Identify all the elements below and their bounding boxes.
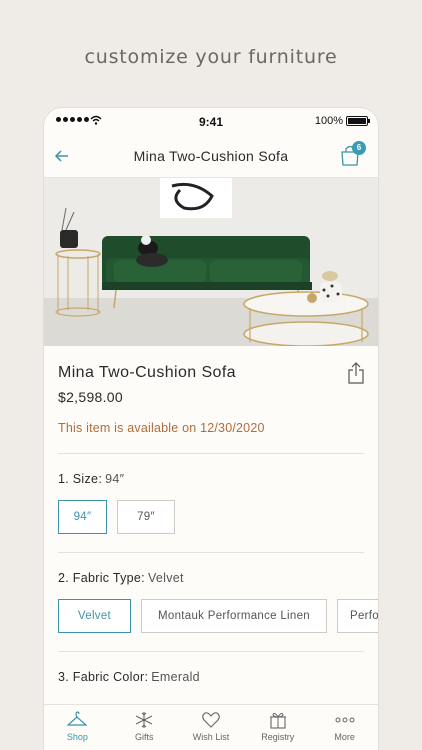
- tab-shop[interactable]: Shop: [44, 705, 111, 750]
- fabric-type-label-text: 2. Fabric Type:: [58, 571, 145, 585]
- phone-screen: 9:41 100% Mina Two-Cushion Sofa 6 Mina T…: [44, 108, 378, 750]
- nav-title: Mina Two-Cushion Sofa: [133, 148, 289, 164]
- tab-more[interactable]: More: [311, 705, 378, 750]
- availability-text: This item is available on 12/30/2020: [58, 421, 265, 435]
- size-option: 1. Size: 94″ 94″ 79″: [44, 454, 378, 534]
- fabric-chip-velvet[interactable]: Velvet: [58, 599, 131, 633]
- sofa-photo: [44, 178, 378, 346]
- snowflake-icon: [135, 712, 153, 728]
- tab-wishlist-label: Wish List: [192, 732, 230, 742]
- fabric-chip-performance[interactable]: Perfo: [337, 599, 378, 633]
- tab-registry[interactable]: Registry: [244, 705, 311, 750]
- heart-icon: [202, 712, 220, 728]
- tab-registry-label: Registry: [261, 732, 295, 742]
- fabric-color-label-text: 3. Fabric Color:: [58, 670, 149, 684]
- battery-icon: [346, 116, 370, 126]
- fabric-color-label: 3. Fabric Color: Emerald: [58, 670, 364, 684]
- fabric-chip-montauk-linen[interactable]: Montauk Performance Linen: [141, 599, 327, 633]
- product-price: $2,598.00: [58, 389, 123, 405]
- gift-icon: [269, 712, 286, 729]
- tab-bar: Shop Gifts Wish List Registry More: [44, 704, 378, 750]
- size-chip-94[interactable]: 94″: [58, 500, 107, 534]
- product-info: Mina Two-Cushion Sofa $2,598.00 This ite…: [44, 346, 378, 435]
- fabric-type-label: 2. Fabric Type: Velvet: [58, 571, 364, 585]
- size-label: 1. Size: 94″: [58, 472, 364, 486]
- size-label-text: 1. Size:: [58, 472, 103, 486]
- size-chip-79[interactable]: 79″: [117, 500, 175, 534]
- more-icon: [335, 717, 355, 723]
- tab-more-label: More: [334, 732, 355, 742]
- fabric-type-selected: Velvet: [147, 571, 184, 585]
- status-bar: 9:41 100%: [44, 108, 378, 136]
- share-icon[interactable]: [346, 362, 366, 384]
- fabric-color-option: 3. Fabric Color: Emerald: [44, 652, 378, 684]
- tab-shop-label: Shop: [66, 732, 88, 742]
- size-chips: 94″ 79″: [58, 500, 364, 534]
- battery-indicator: 100%: [314, 115, 370, 127]
- size-selected: 94″: [105, 472, 125, 486]
- battery-percent: 100%: [314, 115, 343, 127]
- product-image[interactable]: [44, 178, 378, 346]
- marketing-headline: customize your furniture: [84, 46, 338, 68]
- fabric-type-chips: Velvet Montauk Performance Linen Perfo: [58, 599, 378, 633]
- fabric-color-selected: Emerald: [151, 670, 200, 684]
- tab-gifts[interactable]: Gifts: [111, 705, 178, 750]
- nav-bar: Mina Two-Cushion Sofa 6: [44, 136, 378, 178]
- fabric-type-option: 2. Fabric Type: Velvet Velvet Montauk Per…: [44, 553, 378, 633]
- hanger-icon: [67, 711, 88, 726]
- tab-wishlist[interactable]: Wish List: [178, 705, 245, 750]
- cart-count-badge: 6: [352, 141, 366, 155]
- product-name: Mina Two-Cushion Sofa: [58, 364, 236, 381]
- tab-gifts-label: Gifts: [134, 732, 154, 742]
